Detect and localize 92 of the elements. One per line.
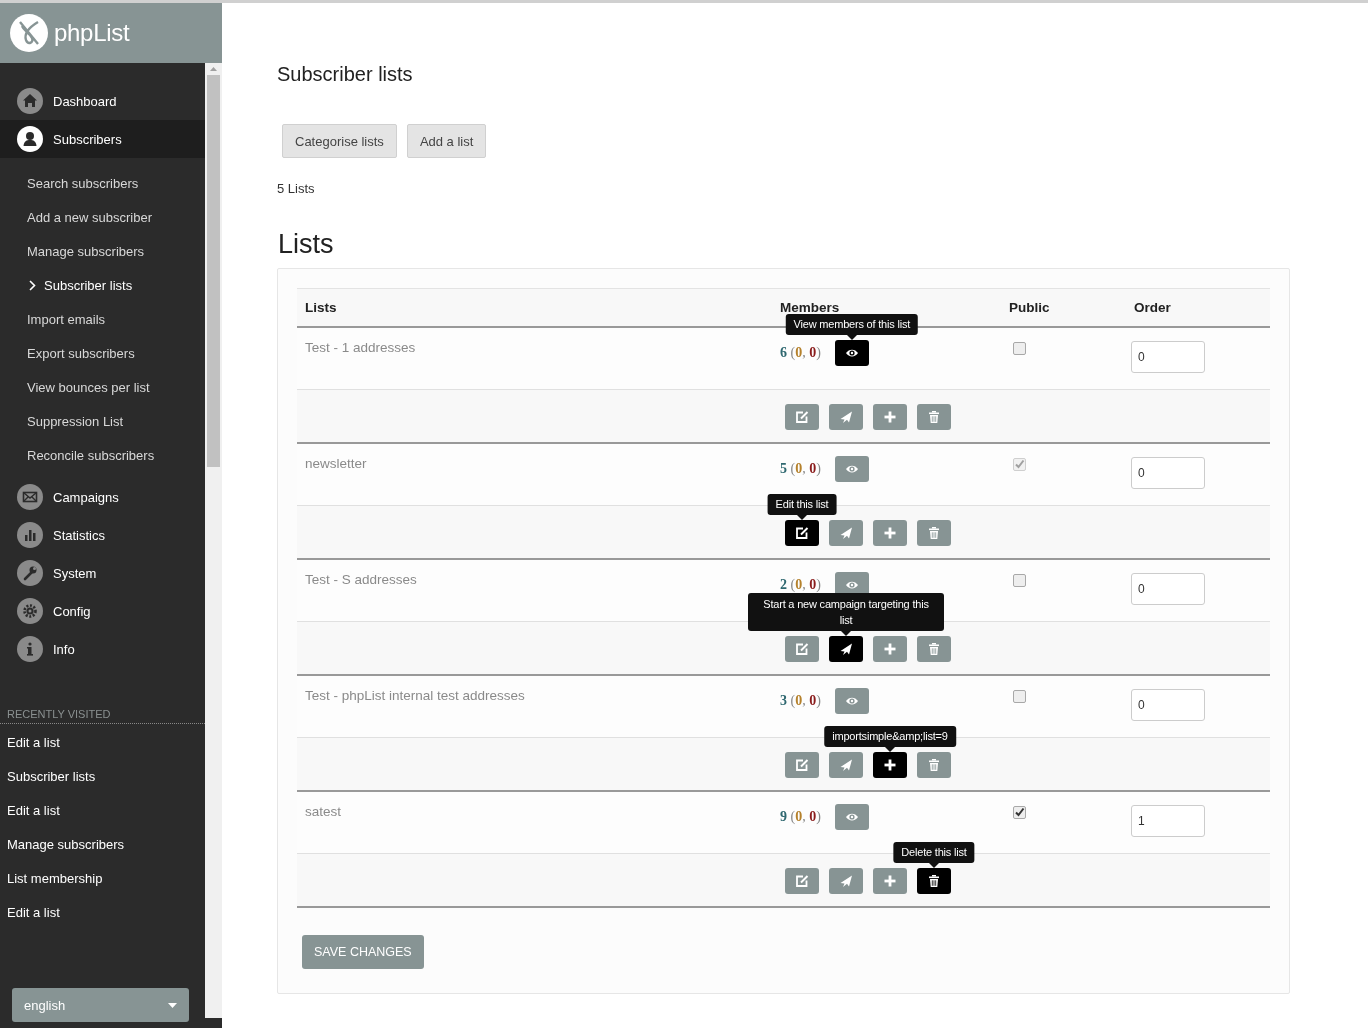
scroll-up-icon[interactable] [210,67,217,71]
nav-item[interactable]: Subscribers [0,120,205,158]
column-header: Lists [297,288,772,327]
tooltip: View members of this list [785,314,919,335]
recent-link[interactable]: Edit a list [0,895,205,929]
bar-chart-icon [17,522,43,548]
paper-plane-icon [839,410,853,424]
list-name: Test - S addresses [304,571,418,589]
info-icon [17,636,43,662]
tooltip: Start a new campaign targeting this list [748,593,944,631]
order-field[interactable]: 0 [1131,573,1205,605]
envelope-icon [17,484,43,510]
logo-text: phpList [54,19,130,47]
caret-icon [168,1002,177,1008]
member-count: 3 (0, 0) [780,693,821,709]
view-members-button[interactable] [834,340,869,366]
member-count: 9 (0, 0) [780,809,821,825]
delete-list-button[interactable] [917,868,951,894]
list-name: Test - 1 addresses [304,339,417,357]
submenu-item[interactable]: Add a new subscriber [0,200,205,234]
submenu-item[interactable]: Import emails [0,302,205,336]
scrollbar[interactable] [205,63,222,1018]
member-count: 5 (0, 0) [780,461,821,477]
trash-icon [927,874,941,888]
submenu-item[interactable]: Search subscribers [0,166,205,200]
list-count: 5 Lists [277,181,316,196]
list-name: satest [304,803,343,821]
submenu-item[interactable]: Subscriber lists [0,268,205,302]
submenu-item[interactable]: Export subscribers [0,336,205,370]
plus-icon [883,526,897,540]
chevron-icon [29,279,36,291]
submenu-item[interactable]: Manage subscribers [0,234,205,268]
column-header: Order [1126,288,1270,327]
logo-icon [10,14,48,52]
public-checkbox[interactable] [1013,574,1026,587]
submenu-item[interactable]: Suppression List [0,404,205,438]
page-title: Subscriber lists [277,63,414,86]
recent-link[interactable]: Edit a list [0,793,205,827]
submenu-item[interactable]: View bounces per list [0,370,205,404]
nav-item[interactable]: Dashboard [0,82,205,120]
public-checkbox[interactable] [1013,806,1026,819]
tooltip: importsimple&amp;list=9 [824,726,956,747]
edit-icon [795,642,809,656]
plus-icon [883,410,897,424]
trash-icon [927,758,941,772]
trash-icon [927,642,941,656]
wrench-icon [17,560,43,586]
list-name: newsletter [304,455,368,473]
edit-list-button[interactable] [785,520,819,546]
member-count: 6 (0, 0) [780,345,821,361]
send-campaign-button[interactable] [829,636,863,662]
recent-link[interactable]: List membership [0,861,205,895]
trash-icon [927,526,941,540]
order-field[interactable]: 1 [1131,805,1205,837]
order-field[interactable]: 0 [1131,457,1205,489]
order-field[interactable]: 0 [1131,689,1205,721]
nav-item[interactable]: Statistics [0,516,205,554]
tooltip: Delete this list [893,842,975,863]
recent-link[interactable]: Subscriber lists [0,759,205,793]
recent-link[interactable]: Manage subscribers [0,827,205,861]
plus-icon [883,874,897,888]
edit-icon [795,526,809,540]
list-name: Test - phpList internal test addresses [304,687,526,705]
nav-item[interactable]: System [0,554,205,592]
tooltip: Edit this list [767,494,837,515]
order-field[interactable]: 0 [1131,341,1205,373]
toolbar-button[interactable]: Categorise lists [282,124,397,158]
submenu-item[interactable]: Reconcile subscribers [0,438,205,472]
paper-plane-icon [839,642,853,656]
section-title: Lists [278,229,335,260]
edit-icon [795,410,809,424]
person-icon [17,126,43,152]
nav-item[interactable]: Config [0,592,205,630]
trash-icon [927,410,941,424]
public-checkbox[interactable] [1013,342,1026,355]
toolbar-button[interactable]: Add a list [406,124,487,158]
gear-icon [17,598,43,624]
home-icon [17,88,43,114]
public-checkbox[interactable] [1013,690,1026,703]
column-header: Public [1001,288,1126,327]
add-subscribers-button[interactable] [873,752,907,778]
paper-plane-icon [839,874,853,888]
recent-link[interactable]: Edit a list [0,725,205,759]
paper-plane-icon [839,758,853,772]
plus-icon [883,642,897,656]
paper-plane-icon [839,526,853,540]
plus-icon [883,758,897,772]
edit-icon [795,874,809,888]
nav-item[interactable]: Info [0,630,205,668]
member-count: 2 (0, 0) [780,577,821,593]
nav-item[interactable]: Campaigns [0,478,205,516]
edit-icon [795,758,809,772]
